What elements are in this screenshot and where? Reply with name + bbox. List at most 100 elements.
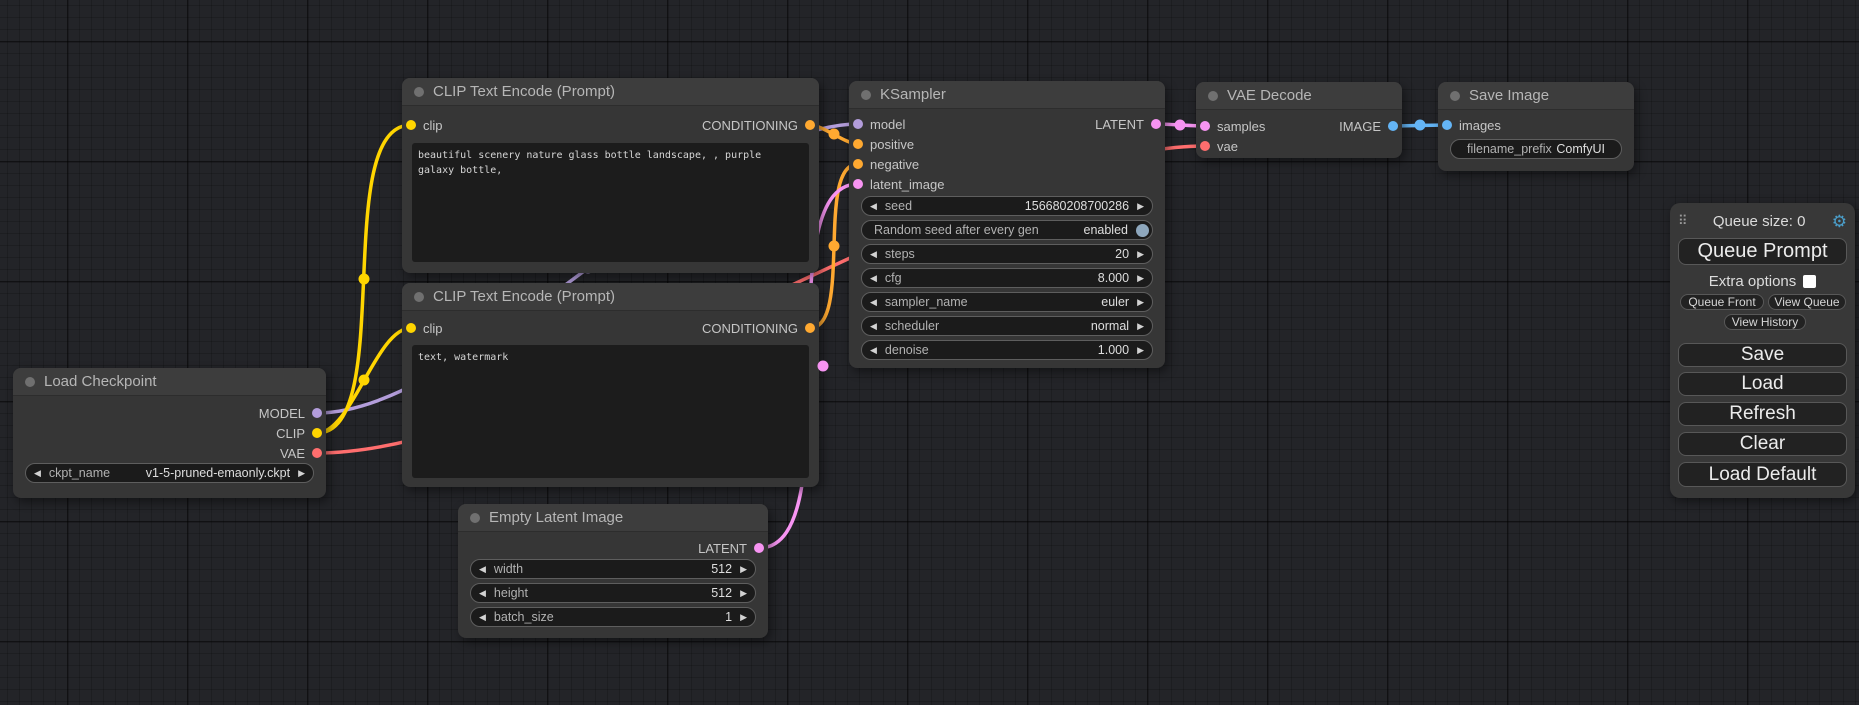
input-slot-clip[interactable] (406, 323, 416, 333)
node-title: Load Checkpoint (44, 373, 157, 390)
widget-height[interactable]: ◀ height 512 ▶ (470, 583, 756, 603)
widget-label: ckpt_name (49, 466, 110, 480)
decrement-arrow-icon[interactable]: ◀ (862, 269, 885, 287)
queue-front-button[interactable]: Queue Front (1680, 294, 1764, 310)
clear-button[interactable]: Clear (1678, 432, 1847, 456)
collapse-dot-icon[interactable] (861, 90, 871, 100)
increment-arrow-icon[interactable]: ▶ (1129, 197, 1152, 215)
decrement-arrow-icon[interactable]: ◀ (26, 464, 49, 482)
node-title: Save Image (1469, 87, 1549, 104)
input-slot-negative[interactable] (853, 159, 863, 169)
node-save-image[interactable]: Save Image images filename_prefix ComfyU… (1438, 82, 1634, 171)
widget-label: steps (885, 247, 915, 261)
prompt-textarea[interactable]: text, watermark (412, 345, 809, 478)
widget-value: euler (1101, 295, 1129, 309)
node-clip-text-encode-positive[interactable]: CLIP Text Encode (Prompt) clip CONDITION… (402, 78, 819, 273)
refresh-button[interactable]: Refresh (1678, 402, 1847, 426)
output-slot-conditioning[interactable] (805, 120, 815, 130)
node-vae-decode[interactable]: VAE Decode samples IMAGE vae (1196, 82, 1402, 158)
increment-arrow-icon[interactable]: ▶ (1129, 341, 1152, 359)
increment-arrow-icon[interactable]: ▶ (1129, 293, 1152, 311)
input-slot-images[interactable] (1442, 120, 1452, 130)
node-empty-latent-image[interactable]: Empty Latent Image LATENT ◀ width 512 ▶ … (458, 504, 768, 638)
graph-canvas[interactable]: Load Checkpoint MODEL CLIP VAE ◀ ckpt_na… (0, 0, 1859, 705)
view-history-button[interactable]: View History (1724, 314, 1806, 330)
input-slot-model[interactable] (853, 119, 863, 129)
output-slot-latent[interactable] (1151, 119, 1161, 129)
node-ksampler[interactable]: KSampler model LATENT positive negative … (849, 81, 1165, 368)
node-title-bar[interactable]: KSampler (849, 81, 1165, 109)
view-queue-button[interactable]: View Queue (1768, 294, 1846, 310)
widget-filename-prefix[interactable]: filename_prefix ComfyUI (1450, 139, 1622, 159)
collapse-dot-icon[interactable] (1208, 91, 1218, 101)
widget-cfg[interactable]: ◀ cfg 8.000 ▶ (861, 268, 1153, 288)
node-title-bar[interactable]: Save Image (1438, 82, 1634, 110)
collapse-dot-icon[interactable] (1450, 91, 1460, 101)
input-slot-clip[interactable] (406, 120, 416, 130)
node-load-checkpoint[interactable]: Load Checkpoint MODEL CLIP VAE ◀ ckpt_na… (13, 368, 326, 498)
widget-denoise[interactable]: ◀ denoise 1.000 ▶ (861, 340, 1153, 360)
collapse-dot-icon[interactable] (414, 87, 424, 97)
increment-arrow-icon[interactable]: ▶ (1129, 317, 1152, 335)
widget-ckpt-name[interactable]: ◀ ckpt_name v1-5-pruned-emaonly.ckpt ▶ (25, 463, 314, 483)
toggle-knob-icon[interactable] (1136, 224, 1149, 237)
node-title-bar[interactable]: CLIP Text Encode (Prompt) (402, 78, 819, 106)
decrement-arrow-icon[interactable]: ◀ (471, 560, 494, 578)
drag-handle-icon[interactable]: ⠿ (1678, 213, 1687, 229)
widget-width[interactable]: ◀ width 512 ▶ (470, 559, 756, 579)
save-button[interactable]: Save (1678, 343, 1847, 367)
output-slot-latent[interactable] (754, 543, 764, 553)
increment-arrow-icon[interactable]: ▶ (732, 584, 755, 602)
queue-panel: ⠿ Queue size: 0 ⚙ Queue Prompt Extra opt… (1670, 203, 1855, 498)
output-slot-vae[interactable] (312, 448, 322, 458)
increment-arrow-icon[interactable]: ▶ (1129, 269, 1152, 287)
slot-label: LATENT (698, 541, 747, 556)
output-slot-clip[interactable] (312, 428, 322, 438)
node-title-bar[interactable]: Empty Latent Image (458, 504, 768, 532)
increment-arrow-icon[interactable]: ▶ (1129, 245, 1152, 263)
widget-value: ComfyUI (1556, 142, 1621, 156)
slot-label: latent_image (870, 177, 944, 192)
collapse-dot-icon[interactable] (25, 377, 35, 387)
input-slot-samples[interactable] (1200, 121, 1210, 131)
input-slot-positive[interactable] (853, 139, 863, 149)
increment-arrow-icon[interactable]: ▶ (290, 464, 313, 482)
load-button[interactable]: Load (1678, 372, 1847, 396)
prompt-textarea[interactable]: beautiful scenery nature glass bottle la… (412, 143, 809, 262)
widget-seed[interactable]: ◀ seed 156680208700286 ▶ (861, 196, 1153, 216)
widget-value: 20 (1115, 247, 1129, 261)
decrement-arrow-icon[interactable]: ◀ (862, 293, 885, 311)
node-title-bar[interactable]: VAE Decode (1196, 82, 1402, 110)
node-title-bar[interactable]: CLIP Text Encode (Prompt) (402, 283, 819, 311)
decrement-arrow-icon[interactable]: ◀ (862, 245, 885, 263)
output-slot-model[interactable] (312, 408, 322, 418)
widget-steps[interactable]: ◀ steps 20 ▶ (861, 244, 1153, 264)
queue-prompt-button[interactable]: Queue Prompt (1678, 238, 1847, 265)
node-title-bar[interactable]: Load Checkpoint (13, 368, 326, 396)
increment-arrow-icon[interactable]: ▶ (732, 560, 755, 578)
extra-options-checkbox[interactable] (1803, 275, 1816, 288)
decrement-arrow-icon[interactable]: ◀ (471, 608, 494, 626)
slot-label: positive (870, 137, 914, 152)
decrement-arrow-icon[interactable]: ◀ (862, 317, 885, 335)
queue-size-label: Queue size: 0 (1687, 213, 1832, 230)
decrement-arrow-icon[interactable]: ◀ (862, 197, 885, 215)
widget-sampler-name[interactable]: ◀ sampler_name euler ▶ (861, 292, 1153, 312)
widget-random-seed-toggle[interactable]: Random seed after every gen enabled (861, 220, 1153, 240)
node-clip-text-encode-negative[interactable]: CLIP Text Encode (Prompt) clip CONDITION… (402, 283, 819, 487)
gear-icon[interactable]: ⚙ (1832, 213, 1847, 230)
link-clip-negative (317, 328, 411, 433)
collapse-dot-icon[interactable] (470, 513, 480, 523)
collapse-dot-icon[interactable] (414, 292, 424, 302)
decrement-arrow-icon[interactable]: ◀ (471, 584, 494, 602)
load-default-button[interactable]: Load Default (1678, 462, 1847, 487)
output-slot-image[interactable] (1388, 121, 1398, 131)
widget-scheduler[interactable]: ◀ scheduler normal ▶ (861, 316, 1153, 336)
increment-arrow-icon[interactable]: ▶ (732, 608, 755, 626)
output-slot-conditioning[interactable] (805, 323, 815, 333)
input-slot-vae[interactable] (1200, 141, 1210, 151)
decrement-arrow-icon[interactable]: ◀ (862, 341, 885, 359)
node-title: Empty Latent Image (489, 509, 623, 526)
input-slot-latent-image[interactable] (853, 179, 863, 189)
widget-batch-size[interactable]: ◀ batch_size 1 ▶ (470, 607, 756, 627)
